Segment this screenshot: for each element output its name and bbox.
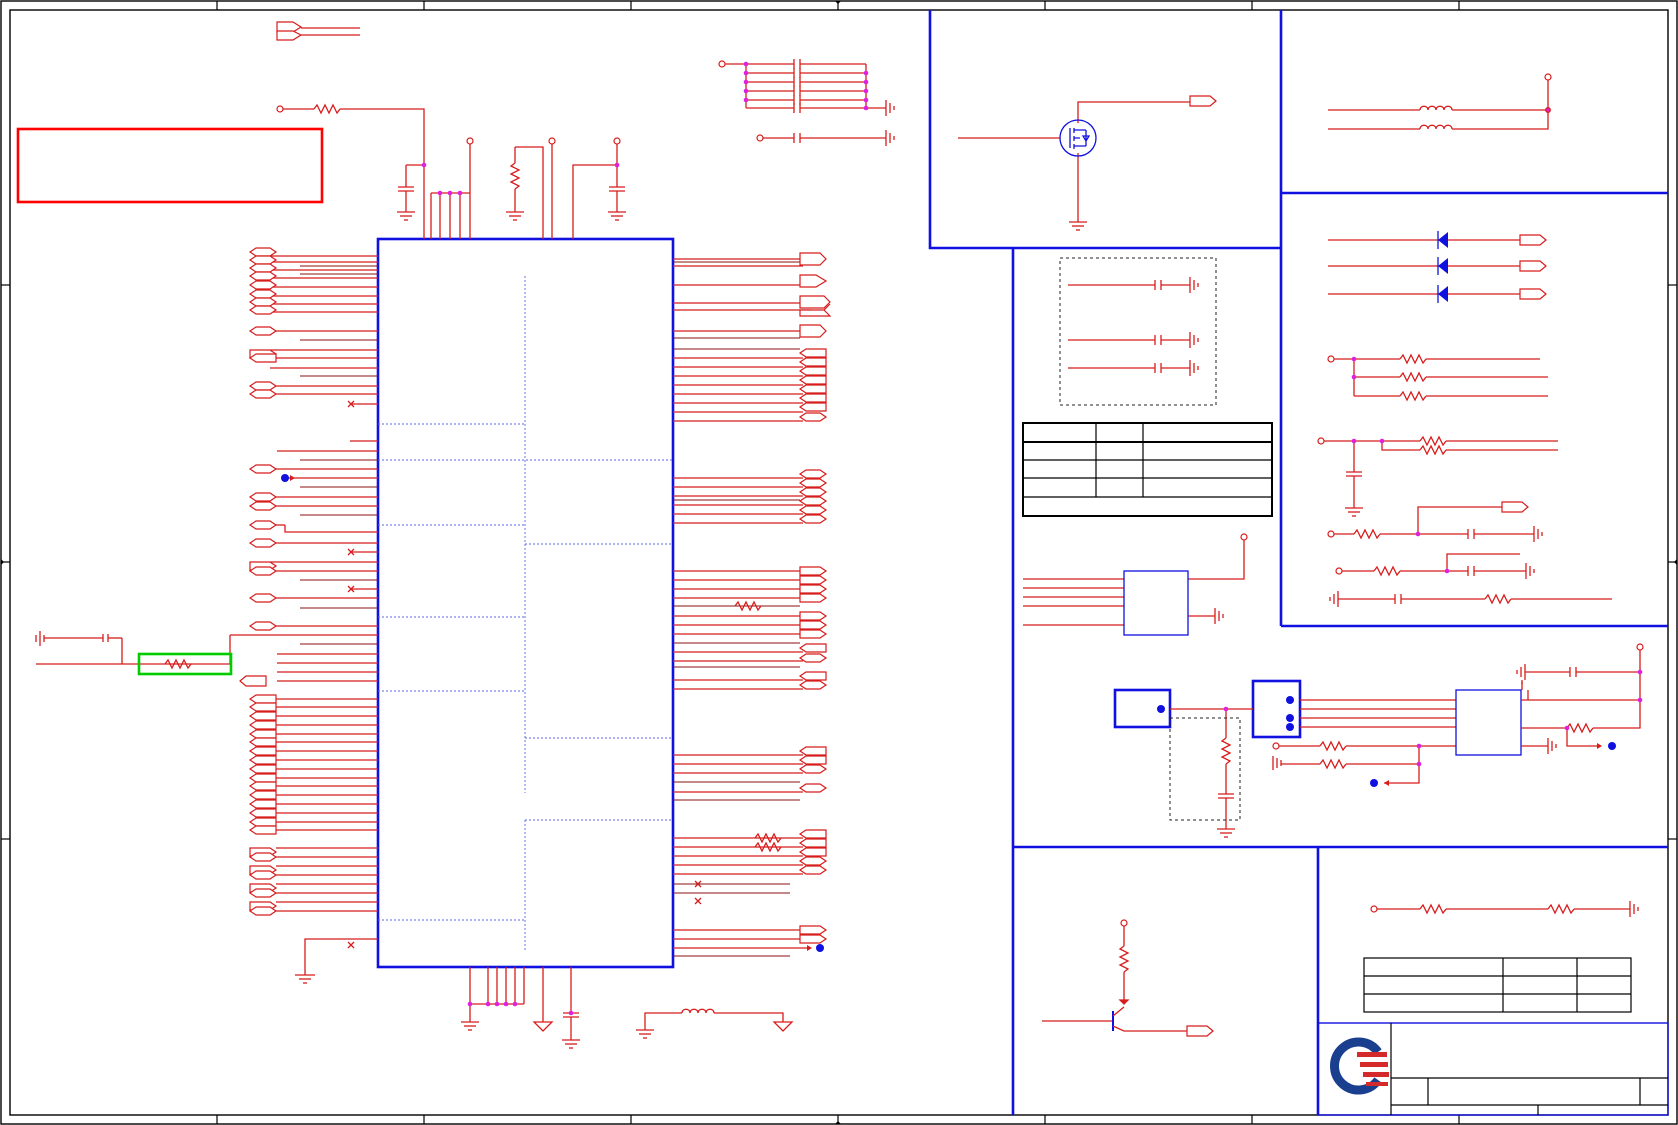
ic-bottom-power-pins bbox=[461, 967, 794, 1049]
left-bottom-port-stack bbox=[248, 694, 378, 916]
note-box bbox=[16, 127, 324, 204]
inductor-pair bbox=[1328, 73, 1552, 130]
schematic-sheet bbox=[0, 0, 1678, 1125]
connector-section bbox=[1113, 679, 1529, 838]
ic-top-power-pins bbox=[276, 103, 626, 239]
output-ic bbox=[1455, 643, 1644, 756]
left-bottom-ground bbox=[295, 938, 378, 984]
decoupling-junctions bbox=[743, 61, 869, 111]
transistor-driver bbox=[1042, 919, 1214, 1037]
bottom-right-resistors bbox=[1370, 901, 1639, 917]
main-ic bbox=[376, 237, 675, 969]
diode-array bbox=[1328, 231, 1547, 303]
title-block bbox=[1317, 1022, 1669, 1116]
section-dividers bbox=[928, 10, 1668, 1115]
mosfet-switch bbox=[958, 95, 1217, 231]
ic-top-junctions bbox=[421, 162, 620, 196]
company-logo bbox=[1330, 1037, 1389, 1095]
left-pin-bus bbox=[239, 247, 378, 949]
green-resistor-block bbox=[35, 631, 378, 676]
dashed-cap-group bbox=[1059, 257, 1217, 406]
option-table bbox=[1022, 422, 1273, 517]
revision-table bbox=[1363, 957, 1632, 1013]
right-resistor-network bbox=[1317, 353, 1612, 607]
right-network-junctions bbox=[1351, 356, 1450, 574]
small-ic-bus bbox=[1023, 533, 1248, 636]
right-pin-bus bbox=[673, 252, 832, 957]
offpage-port-top bbox=[276, 21, 360, 41]
